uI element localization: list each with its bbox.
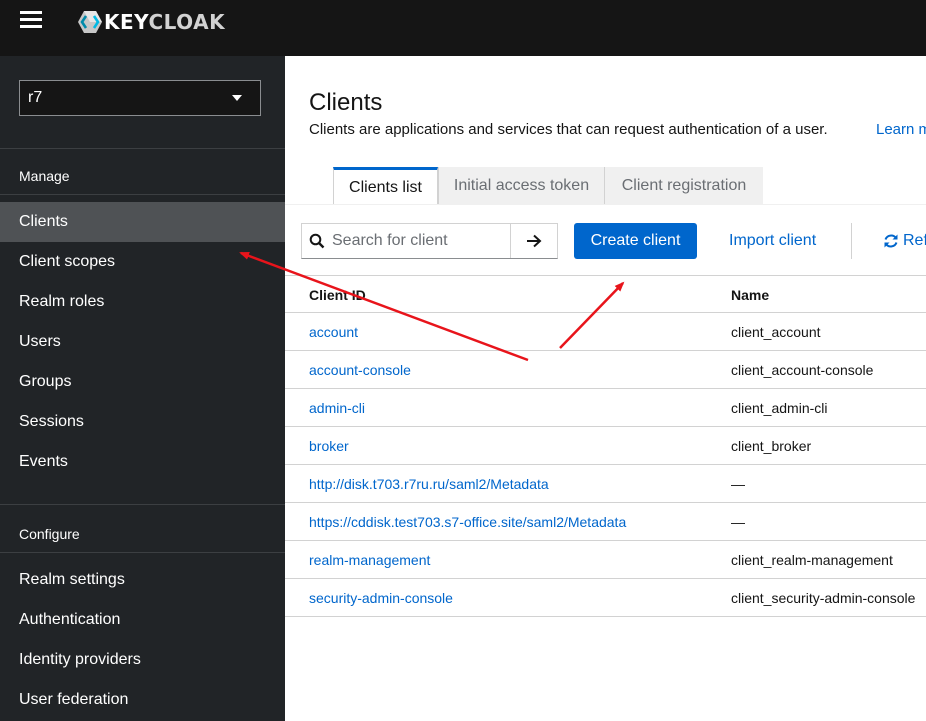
- realm-selector[interactable]: r7: [19, 80, 261, 116]
- create-client-button[interactable]: Create client: [574, 223, 697, 259]
- sidebar-divider: [0, 194, 285, 195]
- sidebar-item-client-scopes[interactable]: Client scopes: [0, 242, 285, 282]
- sidebar-divider: [0, 148, 285, 149]
- client-name: client_realm-management: [731, 552, 893, 568]
- sidebar-item-identity-providers[interactable]: Identity providers: [0, 640, 285, 680]
- search-input[interactable]: [332, 225, 510, 257]
- client-id-link[interactable]: http://disk.t703.r7ru.ru/saml2/Metadata: [309, 465, 549, 503]
- sidebar-item-authentication[interactable]: Authentication: [0, 600, 285, 640]
- sidebar-item-sessions[interactable]: Sessions: [0, 402, 285, 442]
- tabs-divider: [285, 204, 926, 205]
- client-name: —: [731, 514, 745, 530]
- tab-initial-access-token[interactable]: Initial access token: [438, 167, 604, 205]
- clients-table: Client ID Name account client_account ac…: [285, 275, 926, 617]
- sidebar-divider: [0, 504, 285, 505]
- arrow-right-icon: [527, 234, 542, 248]
- table-row: broker client_broker: [285, 427, 926, 465]
- refresh-icon: [884, 234, 898, 248]
- sidebar-item-users[interactable]: Users: [0, 322, 285, 362]
- brand-wordmark: KEYCLOAK: [104, 10, 226, 34]
- sidebar-item-clients[interactable]: Clients: [0, 202, 285, 242]
- client-id-link[interactable]: broker: [309, 427, 349, 465]
- client-name: —: [731, 476, 745, 492]
- hamburger-icon[interactable]: [20, 11, 42, 31]
- sidebar-item-realm-settings[interactable]: Realm settings: [0, 560, 285, 600]
- keycloak-logo-icon: [78, 11, 102, 33]
- table-row: account-console client_account-console: [285, 351, 926, 389]
- search-box: [301, 223, 558, 259]
- caret-down-icon: [232, 95, 242, 101]
- client-id-link[interactable]: admin-cli: [309, 389, 365, 427]
- client-name: client_account: [731, 324, 821, 340]
- sidebar-divider: [0, 552, 285, 553]
- client-id-link[interactable]: security-admin-console: [309, 579, 453, 617]
- client-id-link[interactable]: account: [309, 313, 358, 351]
- table-row: http://disk.t703.r7ru.ru/saml2/Metadata …: [285, 465, 926, 503]
- client-name: client_broker: [731, 438, 812, 454]
- search-submit-button[interactable]: [510, 224, 557, 258]
- client-id-link[interactable]: https://cddisk.test703.s7-office.site/sa…: [309, 503, 626, 541]
- sidebar-item-realm-roles[interactable]: Realm roles: [0, 282, 285, 322]
- masthead: KEYCLOAK: [0, 0, 926, 56]
- main-content: Clients Clients are applications and ser…: [285, 56, 926, 721]
- tab-client-registration[interactable]: Client registration: [604, 167, 763, 205]
- table-row: realm-management client_realm-management: [285, 541, 926, 579]
- keycloak-logo[interactable]: KEYCLOAK: [72, 8, 225, 36]
- sidebar-item-user-federation[interactable]: User federation: [0, 680, 285, 720]
- client-name: client_admin-cli: [731, 400, 828, 416]
- table-row: https://cddisk.test703.s7-office.site/sa…: [285, 503, 926, 541]
- column-header-client-id[interactable]: Client ID: [309, 276, 366, 314]
- client-name: client_security-admin-console: [731, 590, 916, 606]
- client-id-link[interactable]: realm-management: [309, 541, 430, 579]
- section-title-configure: Configure: [19, 526, 80, 542]
- import-client-button[interactable]: Import client: [729, 223, 816, 259]
- client-name: client_account-console: [731, 362, 874, 378]
- table-row: account client_account: [285, 313, 926, 351]
- page-title: Clients: [309, 89, 383, 116]
- section-title-manage: Manage: [19, 168, 70, 184]
- tab-clients-list[interactable]: Clients list: [333, 167, 438, 205]
- page-description: Clients are applications and services th…: [309, 121, 828, 138]
- table-row: security-admin-console client_security-a…: [285, 579, 926, 617]
- realm-name: r7: [28, 89, 43, 106]
- client-id-link[interactable]: account-console: [309, 351, 411, 389]
- column-header-name[interactable]: Name: [731, 276, 769, 314]
- sidebar-item-groups[interactable]: Groups: [0, 362, 285, 402]
- refresh-button[interactable]: Ref: [883, 223, 926, 259]
- sidebar: r7 Manage Clients Client scopes Realm ro…: [0, 56, 285, 721]
- search-icon: [302, 224, 332, 258]
- sidebar-item-events[interactable]: Events: [0, 442, 285, 482]
- table-header: Client ID Name: [285, 275, 926, 313]
- refresh-label: Ref: [903, 232, 926, 249]
- table-row: admin-cli client_admin-cli: [285, 389, 926, 427]
- learn-more-link[interactable]: Learn m: [876, 121, 926, 138]
- toolbar-divider: [851, 223, 852, 259]
